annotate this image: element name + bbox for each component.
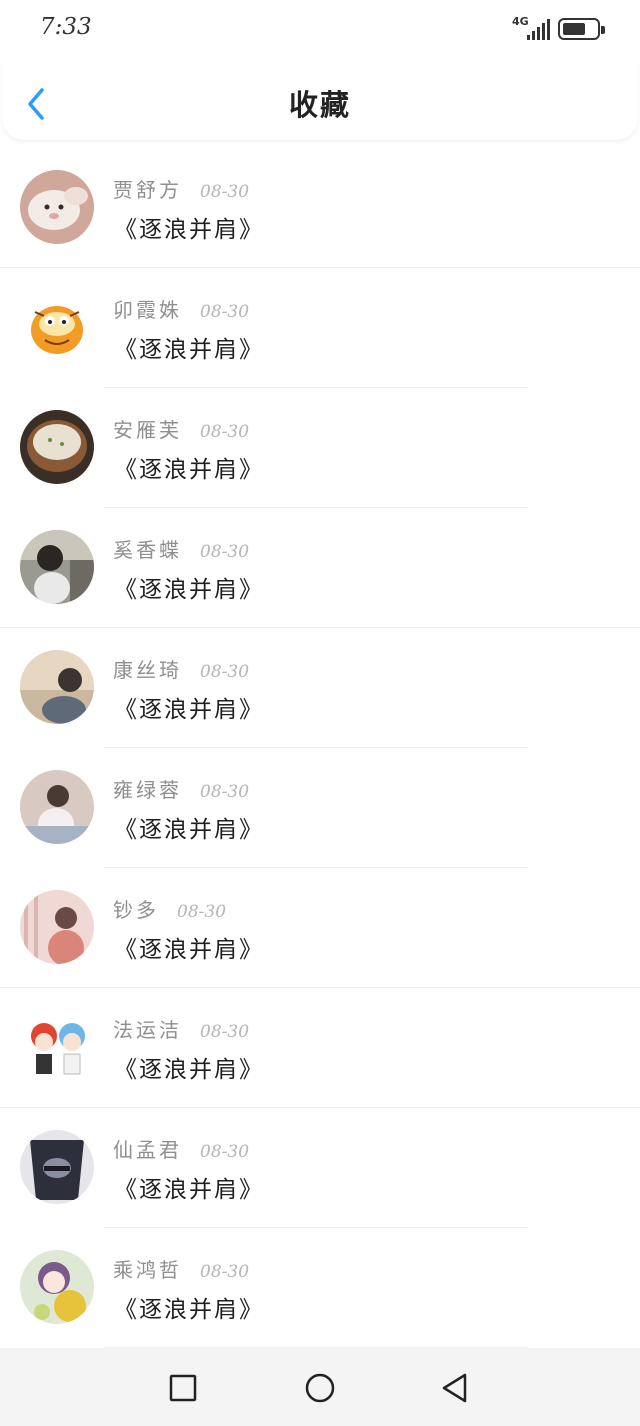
favorite-item[interactable]: 钞多 08-30 《逐浪并肩》 (0, 868, 640, 988)
favorite-author: 康丝琦 (113, 658, 182, 682)
avatar (20, 650, 94, 724)
status-bar: 7:33 4G (0, 0, 640, 62)
signal-icon: 4G (512, 16, 550, 42)
status-icons: 4G (512, 14, 605, 44)
favorite-date: 08-30 (200, 302, 250, 322)
favorite-title: 《逐浪并肩》 (114, 817, 264, 843)
favorite-title: 《逐浪并肩》 (114, 937, 264, 963)
favorite-title: 《逐浪并肩》 (114, 577, 264, 603)
favorite-date: 08-30 (200, 782, 250, 802)
favorite-item[interactable]: 康丝琦 08-30 《逐浪并肩》 (0, 628, 640, 748)
favorite-item[interactable]: 仙孟君 08-30 《逐浪并肩》 (0, 1108, 640, 1228)
favorite-author: 乘鸿哲 (113, 1258, 182, 1282)
favorite-item[interactable]: 安雁芙 08-30 《逐浪并肩》 (0, 388, 640, 508)
favorite-item[interactable]: 雍绿蓉 08-30 《逐浪并肩》 (0, 748, 640, 868)
avatar (20, 410, 94, 484)
favorite-author: 法运洁 (113, 1018, 182, 1042)
home-button[interactable] (302, 1370, 338, 1406)
avatar (20, 890, 94, 964)
favorite-title: 《逐浪并肩》 (114, 217, 264, 243)
app-header: 收藏 (2, 62, 638, 140)
triangle-back-icon (442, 1373, 467, 1403)
favorite-item[interactable]: 乘鸿哲 08-30 《逐浪并肩》 (0, 1228, 640, 1348)
battery-icon (558, 18, 605, 40)
page-title: 收藏 (288, 88, 351, 122)
avatar (20, 170, 94, 244)
favorite-title: 《逐浪并肩》 (114, 457, 264, 483)
circle-icon (305, 1373, 335, 1403)
status-time: 7:33 (40, 14, 92, 40)
favorite-author: 安雁芙 (113, 418, 182, 442)
favorites-list[interactable]: 贾舒方 08-30 《逐浪并肩》 卯霞姝 08-30 《逐浪并肩》 安雁芙 08… (0, 148, 640, 1348)
favorite-date: 08-30 (200, 1142, 250, 1162)
favorite-date: 08-30 (200, 1022, 250, 1042)
recent-apps-button[interactable] (165, 1370, 201, 1406)
favorite-author: 雍绿蓉 (113, 778, 182, 802)
favorite-item[interactable]: 卯霞姝 08-30 《逐浪并肩》 (0, 268, 640, 388)
favorite-date: 08-30 (200, 1262, 250, 1282)
favorite-author: 奚香蝶 (113, 538, 182, 562)
favorite-date: 08-30 (200, 182, 250, 202)
nav-back-button[interactable] (437, 1370, 473, 1406)
favorite-date: 08-30 (200, 662, 250, 682)
favorite-title: 《逐浪并肩》 (114, 1057, 264, 1083)
favorite-author: 卯霞姝 (113, 298, 182, 322)
avatar (20, 530, 94, 604)
favorite-title: 《逐浪并肩》 (114, 1297, 264, 1323)
favorite-date: 08-30 (177, 902, 227, 922)
favorite-author: 仙孟君 (113, 1138, 182, 1162)
favorite-date: 08-30 (200, 542, 250, 562)
favorite-author: 钞多 (113, 898, 159, 922)
favorite-title: 《逐浪并肩》 (114, 1177, 264, 1203)
favorite-item[interactable]: 贾舒方 08-30 《逐浪并肩》 (0, 148, 640, 268)
favorite-author: 贾舒方 (113, 178, 182, 202)
favorite-title: 《逐浪并肩》 (114, 337, 264, 363)
favorite-item[interactable]: 奚香蝶 08-30 《逐浪并肩》 (0, 508, 640, 628)
avatar (20, 1130, 94, 1204)
avatar (20, 290, 94, 364)
avatar (20, 770, 94, 844)
avatar (20, 1010, 94, 1084)
favorite-date: 08-30 (200, 422, 250, 442)
favorite-title: 《逐浪并肩》 (114, 697, 264, 723)
square-icon (169, 1374, 197, 1402)
avatar (20, 1250, 94, 1324)
system-nav-bar (0, 1348, 640, 1426)
favorite-item[interactable]: 法运洁 08-30 《逐浪并肩》 (0, 988, 640, 1108)
